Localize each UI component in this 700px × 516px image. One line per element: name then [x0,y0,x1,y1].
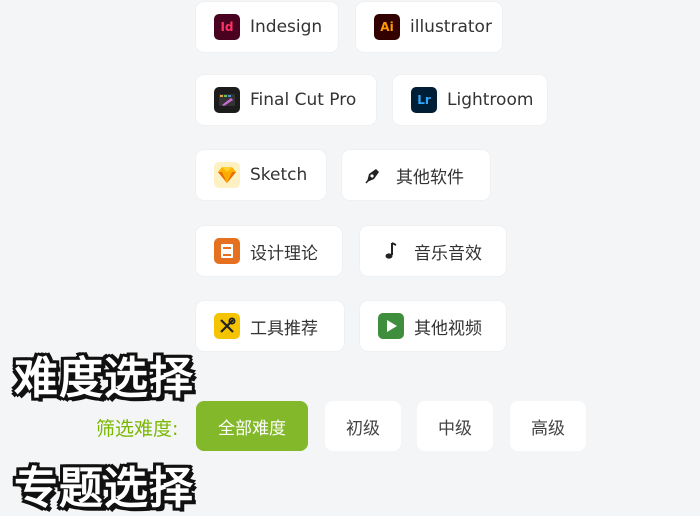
category-label: 其他软件 [396,167,464,188]
difficulty-intermediate-button[interactable]: 中级 [417,401,493,451]
pen-tool-icon [360,162,386,188]
indesign-icon: Id [214,14,240,40]
lightroom-icon: Lr [411,87,437,113]
category-label: 其他视频 [414,318,482,339]
book-icon [214,238,240,264]
section-header-difficulty: 难度选择 [14,353,194,404]
play-icon [378,313,404,339]
difficulty-filter-label: 筛选难度: [96,418,179,440]
category-sketch[interactable]: Sketch [196,150,326,200]
category-label: Sketch [250,165,308,185]
music-note-icon [378,238,404,264]
category-other-video[interactable]: 其他视频 [360,301,506,351]
category-label: illustrator [410,17,492,37]
category-label: 设计理论 [250,243,318,264]
tools-icon [214,313,240,339]
category-label: 工具推荐 [250,318,318,339]
category-tools[interactable]: 工具推荐 [196,301,344,351]
difficulty-advanced-button[interactable]: 高级 [510,401,586,451]
category-music-sfx[interactable]: 音乐音效 [360,226,506,276]
category-lightroom[interactable]: Lr Lightroom [393,75,547,125]
category-design-theory[interactable]: 设计理论 [196,226,342,276]
category-label: 音乐音效 [414,243,482,264]
illustrator-icon: Ai [374,14,400,40]
category-label: Indesign [250,17,323,37]
difficulty-beginner-button[interactable]: 初级 [325,401,401,451]
category-label: Lightroom [447,90,534,110]
final-cut-pro-icon [214,87,240,113]
category-other-software[interactable]: 其他软件 [342,150,490,200]
sketch-icon [214,162,240,188]
category-indesign[interactable]: Id Indesign [196,2,338,52]
category-final-cut-pro[interactable]: Final Cut Pro [196,75,376,125]
difficulty-all-button[interactable]: 全部难度 [196,401,308,451]
section-header-next: 专题选择 [14,463,194,514]
category-illustrator[interactable]: Ai illustrator [356,2,502,52]
category-label: Final Cut Pro [250,90,357,110]
